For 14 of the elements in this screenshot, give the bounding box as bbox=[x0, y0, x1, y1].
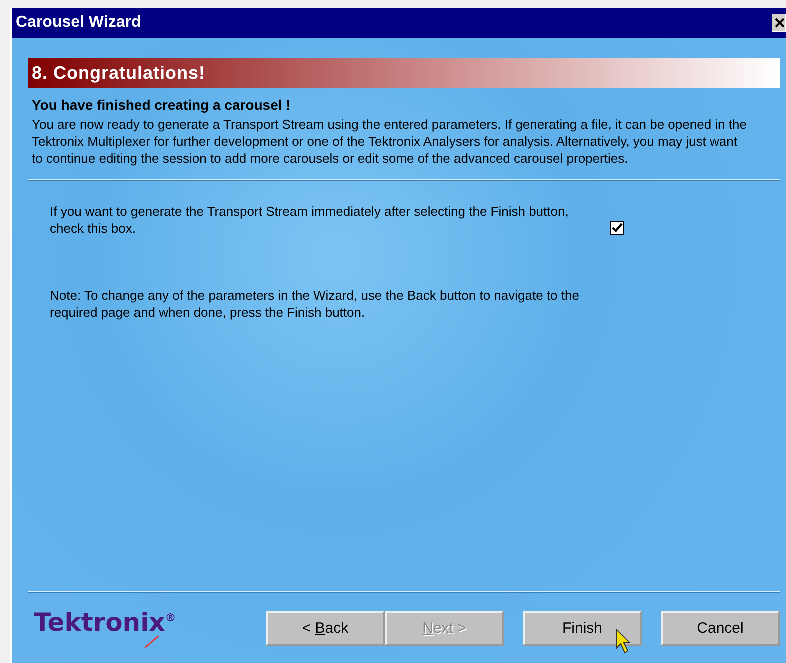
step-title: 8. Congratulations! bbox=[32, 62, 206, 84]
wizard-button[interactable]: Cancel bbox=[661, 610, 780, 646]
close-icon[interactable] bbox=[772, 14, 786, 32]
logo-mark-icon bbox=[144, 634, 160, 648]
checkbox[interactable] bbox=[610, 221, 624, 235]
intro-text: You are now ready to generate a Transport Stream using the entered parameters. If generating a file, it can be opened in the Tektronix Multiplexer for further development or one of the Tektronix Analysers for analysis. Alternatively, you may just want to continue editing the session to add more carousels or edit some of the advanced carousel properties. bbox=[31, 116, 748, 167]
cursor-icon bbox=[616, 628, 634, 654]
window-title: Carousel Wizard bbox=[16, 14, 142, 32]
option-label: If you want to generate the Transport Stream immediately after selecting the Finish button, check this box. bbox=[50, 203, 570, 237]
note-text: Note: To change any of the parameters in the Wizard, use the Back button to navigate to the required page and when done, press the Finish button. bbox=[49, 287, 580, 321]
wizard-button[interactable]: < Back bbox=[266, 610, 385, 646]
logo: Tektronix$^{®}$ bbox=[34, 608, 178, 636]
wizard-button[interactable]: Finish bbox=[523, 610, 642, 646]
heading: You have finished creating a carousel ! bbox=[31, 97, 292, 113]
